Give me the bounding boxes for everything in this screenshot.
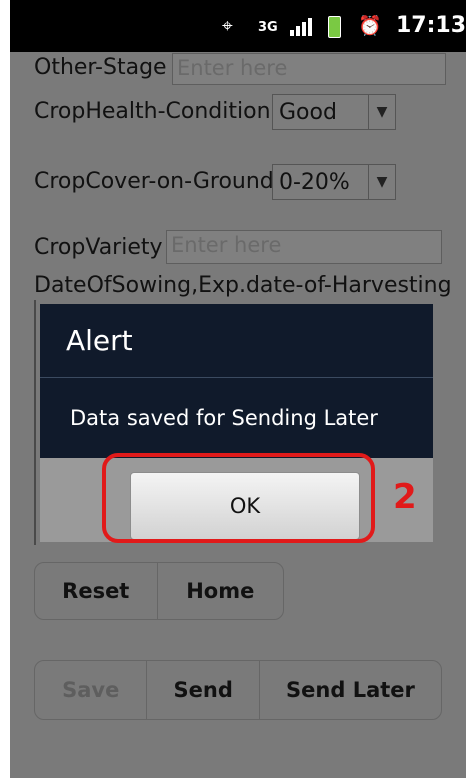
crop-cover-label: CropCover-on-Ground xyxy=(34,169,274,194)
dates-label: DateOfSowing,Exp.date-of-Harvesting xyxy=(34,273,452,298)
send-actions-group: Save Send Send Later xyxy=(34,660,442,720)
dialog-message: Data saved for Sending Later xyxy=(40,378,433,458)
step-number-label: 2 xyxy=(393,477,417,517)
gps-icon: ⌖ xyxy=(222,15,233,37)
battery-icon xyxy=(328,16,341,38)
home-button[interactable]: Home xyxy=(158,563,283,619)
dialog-title: Alert xyxy=(40,304,433,378)
other-stage-input[interactable]: Enter here xyxy=(172,53,446,85)
crop-cover-dropdown[interactable]: 0-20% ▼ xyxy=(272,164,396,200)
reset-home-group: Reset Home xyxy=(34,562,284,620)
status-time: 17:13 xyxy=(395,13,466,38)
chevron-down-icon: ▼ xyxy=(368,165,395,199)
send-button[interactable]: Send xyxy=(147,661,260,719)
crop-cover-value: 0-20% xyxy=(279,169,350,195)
network-3g-icon: 3G xyxy=(258,20,278,35)
crop-variety-input[interactable]: Enter here xyxy=(166,230,442,264)
save-button[interactable]: Save xyxy=(35,661,148,719)
signal-icon xyxy=(290,18,312,36)
reset-button[interactable]: Reset xyxy=(35,563,158,619)
send-later-button[interactable]: Send Later xyxy=(260,661,441,719)
ok-highlight-outline xyxy=(102,453,375,543)
status-bar: ⌖ 3G ⏰ 17:13 xyxy=(10,0,466,52)
other-stage-label: Other-Stage xyxy=(34,55,167,80)
phone-screen: ⌖ 3G ⏰ 17:13 Other-Stage Enter here Crop… xyxy=(10,0,466,778)
crop-variety-label: CropVariety xyxy=(34,235,163,260)
crop-health-label: CropHealth-Condition xyxy=(34,99,271,124)
crop-health-value: Good xyxy=(279,99,337,125)
chevron-down-icon: ▼ xyxy=(368,95,395,129)
crop-health-dropdown[interactable]: Good ▼ xyxy=(272,94,396,130)
alarm-icon: ⏰ xyxy=(358,15,382,37)
